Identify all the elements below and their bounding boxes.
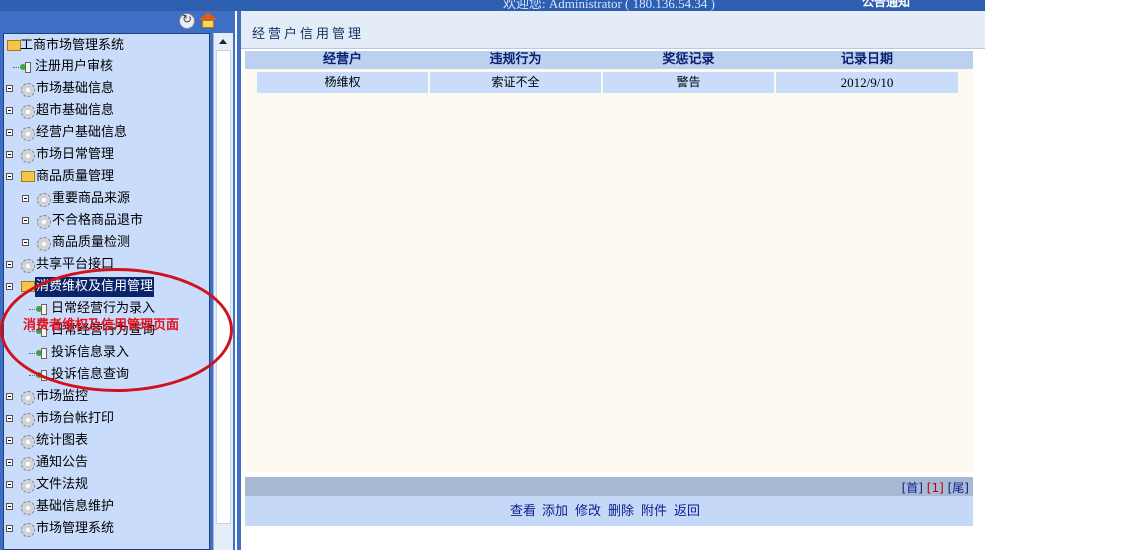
document-icon <box>20 61 32 73</box>
nav-scrollbar[interactable] <box>213 33 233 550</box>
cell-reward-penalty: 警告 <box>603 72 774 93</box>
sidebar-item-label: 文件法规 <box>36 477 89 492</box>
sidebar-item-label: 市场管理系统 <box>36 521 115 536</box>
scroll-up-arrow-icon[interactable] <box>214 33 233 50</box>
sidebar-item-label: 不合格商品退市 <box>52 213 144 228</box>
sidebar-item-label: 超市基础信息 <box>36 103 115 118</box>
cell-merchant: 杨维权 <box>257 72 428 93</box>
collapse-icon[interactable] <box>6 173 13 180</box>
sidebar-item-label: 市场日常管理 <box>36 147 115 162</box>
column-header-merchant[interactable]: 经营户 <box>257 51 428 69</box>
nav-toolbar <box>0 11 235 33</box>
expand-icon[interactable] <box>6 437 13 444</box>
add-link[interactable]: 添加 <box>542 500 568 519</box>
gear-icon <box>37 193 51 207</box>
scroll-thumb[interactable] <box>216 50 231 524</box>
content-frame: 经营户信用管理 经营户 违规行为 奖惩记录 记录日期 杨维权 索证不全 警告 2… <box>237 11 985 550</box>
table-header: 经营户 违规行为 奖惩记录 记录日期 <box>245 51 973 69</box>
column-header-record-date[interactable]: 记录日期 <box>776 51 958 69</box>
content-panel: 经营户 违规行为 奖惩记录 记录日期 杨维权 索证不全 警告 2012/9/10 <box>245 51 973 472</box>
gear-icon <box>21 83 35 97</box>
gear-icon <box>21 127 35 141</box>
sidebar-item-label: 商品质量检测 <box>52 235 131 250</box>
collapse-icon[interactable] <box>6 283 13 290</box>
expand-icon[interactable] <box>6 525 13 532</box>
gear-icon <box>21 457 35 471</box>
page-title-bar: 经营户信用管理 <box>241 11 985 49</box>
expand-icon[interactable] <box>6 481 13 488</box>
action-bar: 查看 添加 修改 删除 附件 返回 <box>245 496 973 526</box>
gear-icon <box>21 523 35 537</box>
tree-root-label: 工商市场管理系统 <box>20 38 125 53</box>
expand-icon[interactable] <box>6 85 13 92</box>
gear-icon <box>37 237 51 251</box>
sidebar-item-label: 市场基础信息 <box>36 81 115 96</box>
column-header-violation[interactable]: 违规行为 <box>430 51 601 69</box>
gear-icon <box>21 435 35 449</box>
page-first-link[interactable]: [首] <box>902 481 923 495</box>
expand-icon[interactable] <box>6 459 13 466</box>
sidebar-item-label: 注册用户审核 <box>35 59 114 74</box>
expand-icon[interactable] <box>6 261 13 268</box>
gear-icon <box>21 391 35 405</box>
cell-violation: 索证不全 <box>430 72 601 93</box>
expand-icon[interactable] <box>6 415 13 422</box>
sidebar-item-label: 重要商品来源 <box>52 191 131 206</box>
gear-icon <box>37 215 51 229</box>
expand-icon[interactable] <box>6 151 13 158</box>
gear-icon <box>21 479 35 493</box>
refresh-icon[interactable] <box>179 12 195 29</box>
notice-link[interactable]: 公告通知 <box>862 0 910 10</box>
gear-icon <box>21 105 35 119</box>
sidebar-item-label: 市场台帐打印 <box>36 411 115 426</box>
expand-icon[interactable] <box>22 195 29 202</box>
attachment-link[interactable]: 附件 <box>641 500 667 519</box>
cell-record-date: 2012/9/10 <box>776 72 958 93</box>
back-link[interactable]: 返回 <box>674 500 700 519</box>
column-header-reward-penalty[interactable]: 奖惩记录 <box>603 51 774 69</box>
sidebar-item-label: 通知公告 <box>36 455 89 470</box>
sidebar-item-label: 经营户基础信息 <box>36 125 128 140</box>
pagination: [首] [1] [尾] <box>902 479 969 496</box>
sidebar-item-label: 商品质量管理 <box>36 169 115 184</box>
welcome-text: 欢迎您: Administrator ( 180.136.54.34 ) <box>503 0 715 11</box>
expand-icon[interactable] <box>6 503 13 510</box>
sidebar-item-label: 基础信息维护 <box>36 499 115 514</box>
home-icon[interactable] <box>199 12 217 29</box>
pagination-bar: [首] [1] [尾] <box>245 477 973 496</box>
expand-icon[interactable] <box>6 393 13 400</box>
expand-icon[interactable] <box>6 129 13 136</box>
top-banner: 欢迎您: Administrator ( 180.136.54.34 ) 公告通… <box>0 0 985 11</box>
sidebar-item-label: 统计图表 <box>36 433 89 448</box>
delete-link[interactable]: 删除 <box>608 500 634 519</box>
edit-link[interactable]: 修改 <box>575 500 601 519</box>
folder-open-icon <box>21 171 35 182</box>
gear-icon <box>21 149 35 163</box>
page-last-link[interactable]: [尾] <box>948 481 969 495</box>
expand-icon[interactable] <box>22 239 29 246</box>
view-link[interactable]: 查看 <box>510 500 536 519</box>
gear-icon <box>21 259 35 273</box>
gear-icon <box>21 501 35 515</box>
expand-icon[interactable] <box>6 107 13 114</box>
sidebar-item-label: 市场监控 <box>36 389 89 404</box>
gear-icon <box>21 413 35 427</box>
expand-icon[interactable] <box>22 217 29 224</box>
annotation-label: 消费者维权及信用管理页面 <box>23 318 180 333</box>
page-title: 经营户信用管理 <box>252 27 365 42</box>
page-current: [1] <box>926 481 944 495</box>
folder-open-icon <box>7 40 21 51</box>
